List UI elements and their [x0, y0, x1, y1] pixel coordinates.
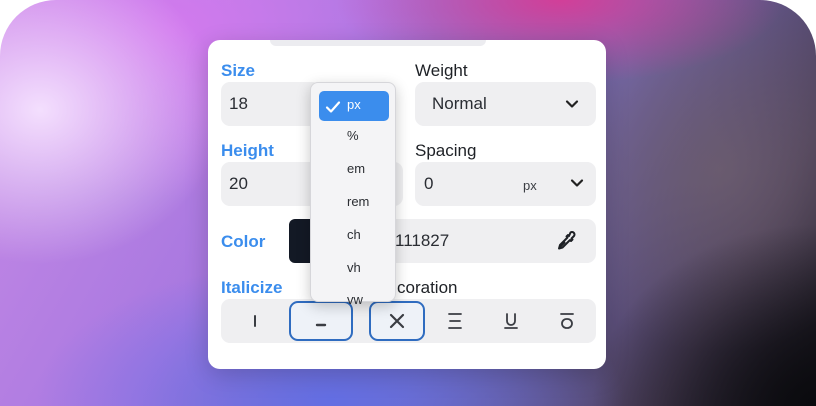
- chevron-down-icon: [565, 100, 579, 108]
- unit-option-percent[interactable]: %: [347, 128, 359, 143]
- color-hex-value[interactable]: 111827: [395, 231, 449, 251]
- size-input[interactable]: 18: [221, 82, 321, 126]
- unit-option-rem[interactable]: rem: [347, 194, 369, 209]
- spacing-unit[interactable]: px: [523, 178, 537, 193]
- unit-option-vh[interactable]: vh: [347, 260, 361, 275]
- unit-option-ch[interactable]: ch: [347, 227, 361, 242]
- unit-dropdown-menu: px % em rem ch vh vw: [310, 82, 396, 307]
- unit-option-px[interactable]: px: [319, 91, 389, 121]
- background-stage: Size 18 Weight Normal Height 20 Spacing …: [0, 0, 816, 406]
- unit-option-label: px: [347, 97, 361, 112]
- italicize-label: Italicize: [221, 278, 283, 297]
- italic-button[interactable]: [223, 301, 287, 341]
- color-label: Color: [221, 232, 266, 251]
- checkmark-icon: [325, 101, 341, 113]
- panel-handle: [270, 40, 486, 46]
- underline-icon: [504, 313, 518, 329]
- line-through-button[interactable]: [423, 301, 487, 341]
- size-value: 18: [229, 94, 248, 113]
- height-input[interactable]: 20: [221, 162, 321, 206]
- eyedropper-icon[interactable]: [554, 229, 578, 253]
- overline-icon: [560, 313, 574, 329]
- weight-select[interactable]: Normal: [415, 82, 596, 126]
- strikethrough-icon: [448, 313, 462, 329]
- typography-panel: Size 18 Weight Normal Height 20 Spacing …: [208, 40, 606, 369]
- bold-button[interactable]: [289, 301, 353, 341]
- size-label: Size: [221, 61, 256, 80]
- weight-value: Normal: [432, 94, 487, 113]
- italic-icon: [254, 315, 256, 327]
- spacing-input[interactable]: 0 px: [415, 162, 596, 206]
- bold-icon: [315, 323, 327, 327]
- chevron-down-icon[interactable]: [569, 175, 585, 191]
- spacing-label: Spacing: [415, 141, 477, 160]
- height-value: 20: [229, 174, 248, 193]
- decoration-label: coration: [397, 278, 458, 297]
- underline-button[interactable]: [479, 301, 543, 341]
- spacing-value: 0: [424, 174, 434, 193]
- overline-button[interactable]: [535, 301, 599, 341]
- height-label: Height: [221, 141, 274, 160]
- unit-option-vw[interactable]: vw: [347, 292, 363, 307]
- weight-label: Weight: [415, 61, 468, 80]
- close-icon: [389, 313, 405, 329]
- unit-option-em[interactable]: em: [347, 161, 365, 176]
- decoration-none-button[interactable]: [369, 301, 425, 341]
